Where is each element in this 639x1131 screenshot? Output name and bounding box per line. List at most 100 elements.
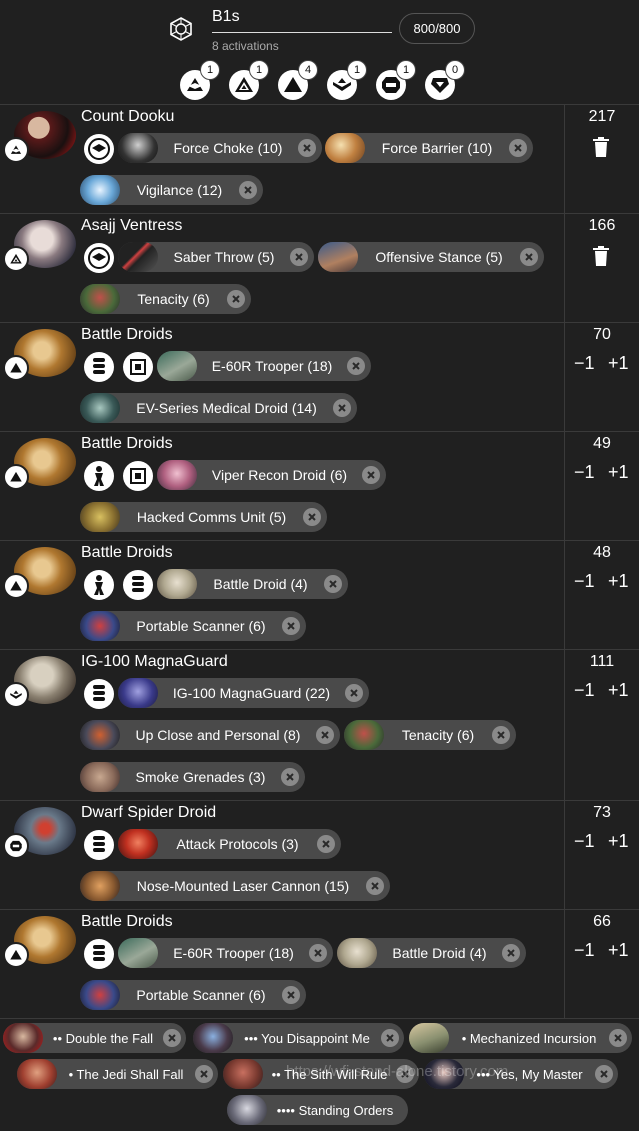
trash-icon[interactable] bbox=[592, 137, 610, 157]
decrement-button[interactable]: −1 bbox=[574, 831, 595, 852]
unit-count-stepper: −1 +1 bbox=[570, 353, 636, 375]
upgrade-chip[interactable]: IG-100 MagnaGuard (22) bbox=[118, 678, 369, 708]
remove-upgrade-icon[interactable] bbox=[282, 617, 300, 635]
personnel-upgrade-slot-icon[interactable] bbox=[84, 461, 114, 491]
force-upgrade-slot-icon[interactable] bbox=[84, 134, 114, 164]
training-upgrade-slot-icon[interactable] bbox=[84, 830, 114, 860]
upgrade-chip[interactable]: Saber Throw (5) bbox=[118, 242, 314, 272]
increment-button[interactable]: +1 bbox=[608, 353, 629, 374]
increment-button[interactable]: +1 bbox=[608, 462, 629, 483]
remove-upgrade-icon[interactable] bbox=[324, 575, 342, 593]
remove-upgrade-icon[interactable] bbox=[509, 139, 527, 157]
upgrade-chip[interactable]: Vigilance (12) bbox=[80, 175, 263, 205]
upgrade-label: Tenacity (6) bbox=[401, 727, 475, 743]
increment-button[interactable]: +1 bbox=[608, 831, 629, 852]
army-name[interactable]: B1s bbox=[212, 8, 240, 26]
remove-upgrade-icon[interactable] bbox=[502, 944, 520, 962]
remove-upgrade-icon[interactable] bbox=[366, 877, 384, 895]
unit-name[interactable]: Battle Droids bbox=[81, 435, 173, 453]
remove-upgrade-icon[interactable] bbox=[281, 768, 299, 786]
upgrade-chip[interactable]: Offensive Stance (5) bbox=[318, 242, 544, 272]
personnel-upgrade-slot-icon[interactable] bbox=[84, 570, 114, 600]
unit-name[interactable]: Count Dooku bbox=[81, 108, 174, 126]
remove-card-icon[interactable] bbox=[163, 1029, 181, 1047]
remove-card-icon[interactable] bbox=[195, 1065, 213, 1083]
upgrade-chip[interactable]: E-60R Trooper (18) bbox=[157, 351, 371, 381]
comms-upgrade-slot-icon[interactable] bbox=[123, 352, 153, 382]
unit-name[interactable]: Battle Droids bbox=[81, 913, 173, 931]
upgrade-chip[interactable]: EV-Series Medical Droid (14) bbox=[80, 393, 357, 423]
unit-name[interactable]: Battle Droids bbox=[81, 544, 173, 562]
command-card-chip[interactable]: • Mechanized Incursion bbox=[409, 1023, 632, 1053]
upgrade-chip[interactable]: Hacked Comms Unit (5) bbox=[80, 502, 327, 532]
increment-button[interactable]: +1 bbox=[608, 571, 629, 592]
increment-button[interactable]: +1 bbox=[608, 940, 629, 961]
command-card-chip[interactable]: •••• Standing Orders bbox=[227, 1095, 408, 1125]
upgrade-thumbnail bbox=[80, 871, 120, 901]
training-upgrade-slot-icon[interactable] bbox=[84, 939, 114, 969]
remove-upgrade-icon[interactable] bbox=[309, 944, 327, 962]
remove-upgrade-icon[interactable] bbox=[303, 508, 321, 526]
remove-upgrade-icon[interactable] bbox=[239, 181, 257, 199]
training-upgrade-slot-icon[interactable] bbox=[123, 570, 153, 600]
watermark: https://wfi-stand-alone.tistory.com bbox=[286, 1063, 509, 1080]
unit-name[interactable]: IG-100 MagnaGuard bbox=[81, 653, 228, 671]
remove-upgrade-icon[interactable] bbox=[492, 726, 510, 744]
special-forces-rank-icon bbox=[3, 682, 29, 708]
decrement-button[interactable]: −1 bbox=[574, 940, 595, 961]
upgrade-chip[interactable]: Up Close and Personal (8) bbox=[80, 720, 340, 750]
upgrade-thumbnail bbox=[157, 351, 197, 381]
remove-upgrade-icon[interactable] bbox=[345, 684, 363, 702]
remove-upgrade-icon[interactable] bbox=[290, 248, 308, 266]
upgrade-thumbnail bbox=[118, 829, 158, 859]
training-upgrade-slot-icon[interactable] bbox=[84, 679, 114, 709]
upgrade-chip[interactable]: Battle Droid (4) bbox=[337, 938, 526, 968]
upgrade-chip[interactable]: Attack Protocols (3) bbox=[118, 829, 341, 859]
remove-card-icon[interactable] bbox=[609, 1029, 627, 1047]
unit-name[interactable]: Asajj Ventress bbox=[81, 217, 182, 235]
upgrade-thumbnail bbox=[80, 720, 120, 750]
remove-upgrade-icon[interactable] bbox=[316, 726, 334, 744]
remove-upgrade-icon[interactable] bbox=[520, 248, 538, 266]
training-upgrade-slot-icon[interactable] bbox=[84, 352, 114, 382]
upgrade-thumbnail bbox=[118, 242, 158, 272]
upgrade-chip[interactable]: Force Choke (10) bbox=[118, 133, 322, 163]
upgrade-chip[interactable]: Smoke Grenades (3) bbox=[80, 762, 305, 792]
remove-upgrade-icon[interactable] bbox=[333, 399, 351, 417]
upgrade-chip[interactable]: Battle Droid (4) bbox=[157, 569, 348, 599]
remove-card-icon[interactable] bbox=[381, 1029, 399, 1047]
force-upgrade-slot-icon[interactable] bbox=[84, 243, 114, 273]
trash-icon[interactable] bbox=[592, 246, 610, 266]
decrement-button[interactable]: −1 bbox=[574, 353, 595, 374]
remove-upgrade-icon[interactable] bbox=[362, 466, 380, 484]
command-card-label: •• Double the Fall bbox=[52, 1030, 154, 1046]
decrement-button[interactable]: −1 bbox=[574, 680, 595, 701]
remove-card-icon[interactable] bbox=[595, 1065, 613, 1083]
upgrade-label: Saber Throw (5) bbox=[173, 249, 275, 265]
upgrade-chip[interactable]: Portable Scanner (6) bbox=[80, 611, 306, 641]
unit-row: Battle Droids 70 −1 +1 E-60R Trooper (18)… bbox=[0, 322, 639, 431]
command-card-chip[interactable]: • The Jedi Shall Fall bbox=[17, 1059, 218, 1089]
decrement-button[interactable]: −1 bbox=[574, 571, 595, 592]
upgrade-chip[interactable]: Nose-Mounted Laser Cannon (15) bbox=[80, 871, 390, 901]
upgrade-chip[interactable]: Tenacity (6) bbox=[80, 284, 251, 314]
unit-row: IG-100 MagnaGuard 111 −1 +1 IG-100 MagnaG… bbox=[0, 649, 639, 800]
comms-upgrade-slot-icon[interactable] bbox=[123, 461, 153, 491]
unit-name[interactable]: Battle Droids bbox=[81, 326, 173, 344]
upgrade-chip[interactable]: Portable Scanner (6) bbox=[80, 980, 306, 1010]
unit-row: Asajj Ventress 166 Saber Throw (5) Offen… bbox=[0, 213, 639, 322]
upgrade-chip[interactable]: Force Barrier (10) bbox=[325, 133, 533, 163]
command-card-chip[interactable]: •• Double the Fall bbox=[3, 1023, 186, 1053]
unit-name[interactable]: Dwarf Spider Droid bbox=[81, 804, 216, 822]
remove-upgrade-icon[interactable] bbox=[282, 986, 300, 1004]
remove-upgrade-icon[interactable] bbox=[227, 290, 245, 308]
upgrade-chip[interactable]: Viper Recon Droid (6) bbox=[157, 460, 386, 490]
command-card-chip[interactable]: ••• You Disappoint Me bbox=[193, 1023, 404, 1053]
remove-upgrade-icon[interactable] bbox=[298, 139, 316, 157]
upgrade-chip[interactable]: Tenacity (6) bbox=[344, 720, 516, 750]
decrement-button[interactable]: −1 bbox=[574, 462, 595, 483]
remove-upgrade-icon[interactable] bbox=[317, 835, 335, 853]
upgrade-chip[interactable]: E-60R Trooper (18) bbox=[118, 938, 333, 968]
increment-button[interactable]: +1 bbox=[608, 680, 629, 701]
remove-upgrade-icon[interactable] bbox=[347, 357, 365, 375]
